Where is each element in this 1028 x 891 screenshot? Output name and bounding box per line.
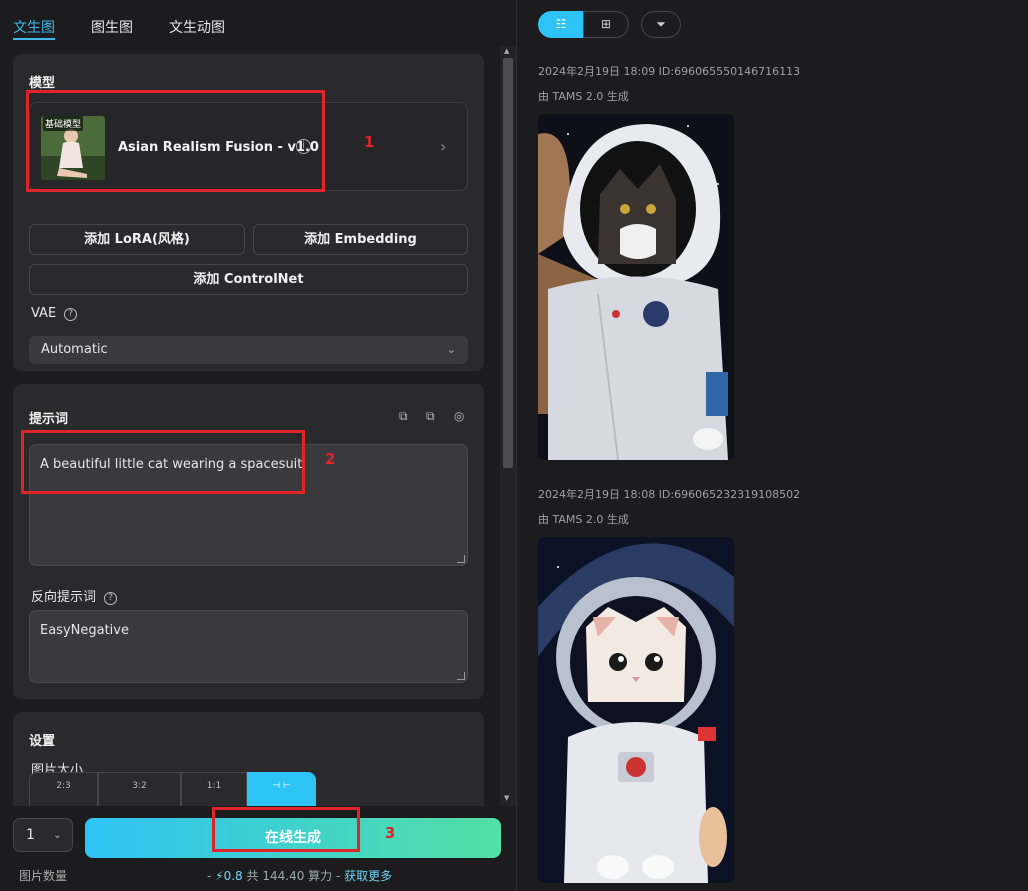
add-embedding-button[interactable]: 添加 Embedding [253,224,468,255]
random-icon[interactable]: ◎ [454,409,464,423]
tab-image-to-image[interactable]: 图生图 [91,17,133,37]
item-source: 由 TAMS 2.0 生成 [538,90,629,103]
negative-prompt-label: 反向提示词 [31,590,97,605]
paste-icon[interactable]: ⧉ [426,409,435,424]
negative-prompt-textarea[interactable]: EasyNegative [29,610,468,683]
chevron-down-icon: ⌄ [52,828,62,841]
cost-total: 共 144.40 算力 - [246,869,341,883]
cost-value: 0.8 [223,869,243,883]
list-icon: ☷ [555,17,567,31]
vae-help-icon[interactable]: ? [64,308,78,321]
scroll-up-icon[interactable]: ▲ [504,47,509,55]
cost-line: - ⚡0.8 共 144.40 算力 - 获取更多 [207,867,392,884]
list-view-button[interactable]: ☷ [538,11,584,38]
add-lora-button[interactable]: 添加 LoRA(风格) [29,224,245,255]
scrollbar[interactable]: ▲ ▼ [500,46,516,806]
cost-prefix: - [207,869,212,883]
vae-label: VAE [31,306,57,321]
scroll-down-icon[interactable]: ▼ [504,794,509,802]
image-count-select[interactable]: 1 ⌄ [13,818,73,852]
vae-select[interactable]: Automatic ⌄ [29,336,468,364]
grid-view-button[interactable]: ⊞ [583,11,629,38]
grid-icon: ⊞ [600,17,612,31]
model-section-title: 模型 [29,76,56,91]
settings-panel: 设置 图片大小 2:3 3:2 1:1 ⊣ ⊢ [13,712,484,806]
chevron-down-icon: ⌄ [446,343,456,356]
filter-icon: ⏷ [656,17,666,31]
generated-image[interactable] [538,114,734,460]
annotation-box-generate [212,807,360,852]
size-option-3-2[interactable]: 3:2 [98,772,181,806]
resize-grip-icon[interactable] [457,555,465,563]
generated-image[interactable] [538,537,734,883]
image-count-value: 1 [26,827,35,843]
annotation-box-prompt [21,430,305,494]
mode-tabs: 文生图 图生图 文生动图 [0,0,516,46]
item-meta: 2024年2月19日 18:08 ID:696065232319108502 [538,488,801,501]
size-option-custom[interactable]: ⊣ ⊢ [247,772,316,806]
negative-prompt-text: EasyNegative [40,623,129,638]
copy-icon[interactable]: ⧉ [399,409,408,424]
settings-section-title: 设置 [29,734,56,749]
negative-help-icon[interactable]: ? [104,592,118,605]
resize-grip-icon[interactable] [457,672,465,680]
annotation-box-model [26,90,325,192]
annotation-number: 3 [385,824,396,842]
history-panel: ☷ ⊞ ⏷ 2024年2月19日 18:09 ID:69606555014671… [517,0,1028,891]
annotation-number: 2 [325,450,336,468]
image-count-label: 图片数量 [19,869,68,883]
item-meta: 2024年2月19日 18:09 ID:696065550146716113 [538,65,801,78]
get-more-link[interactable]: 获取更多 [344,869,392,883]
vae-label-row: VAE? [31,306,78,321]
add-controlnet-button[interactable]: 添加 ControlNet [29,264,468,295]
active-tab-underline [13,38,55,40]
size-option-2-3[interactable]: 2:3 [29,772,98,806]
tab-text-to-animation[interactable]: 文生动图 [169,17,225,37]
lightning-icon: ⚡ [215,869,224,883]
tab-text-to-image[interactable]: 文生图 [13,17,55,37]
item-source: 由 TAMS 2.0 生成 [538,513,629,526]
chevron-right-icon: › [440,137,447,156]
size-option-1-1[interactable]: 1:1 [181,772,247,806]
scrollbar-thumb[interactable] [503,58,513,468]
annotation-number: 1 [364,133,375,151]
negative-label-row: 反向提示词? [31,586,118,605]
filter-button[interactable]: ⏷ [641,11,681,38]
prompt-section-title: 提示词 [29,412,69,427]
vae-value: Automatic [41,342,108,357]
